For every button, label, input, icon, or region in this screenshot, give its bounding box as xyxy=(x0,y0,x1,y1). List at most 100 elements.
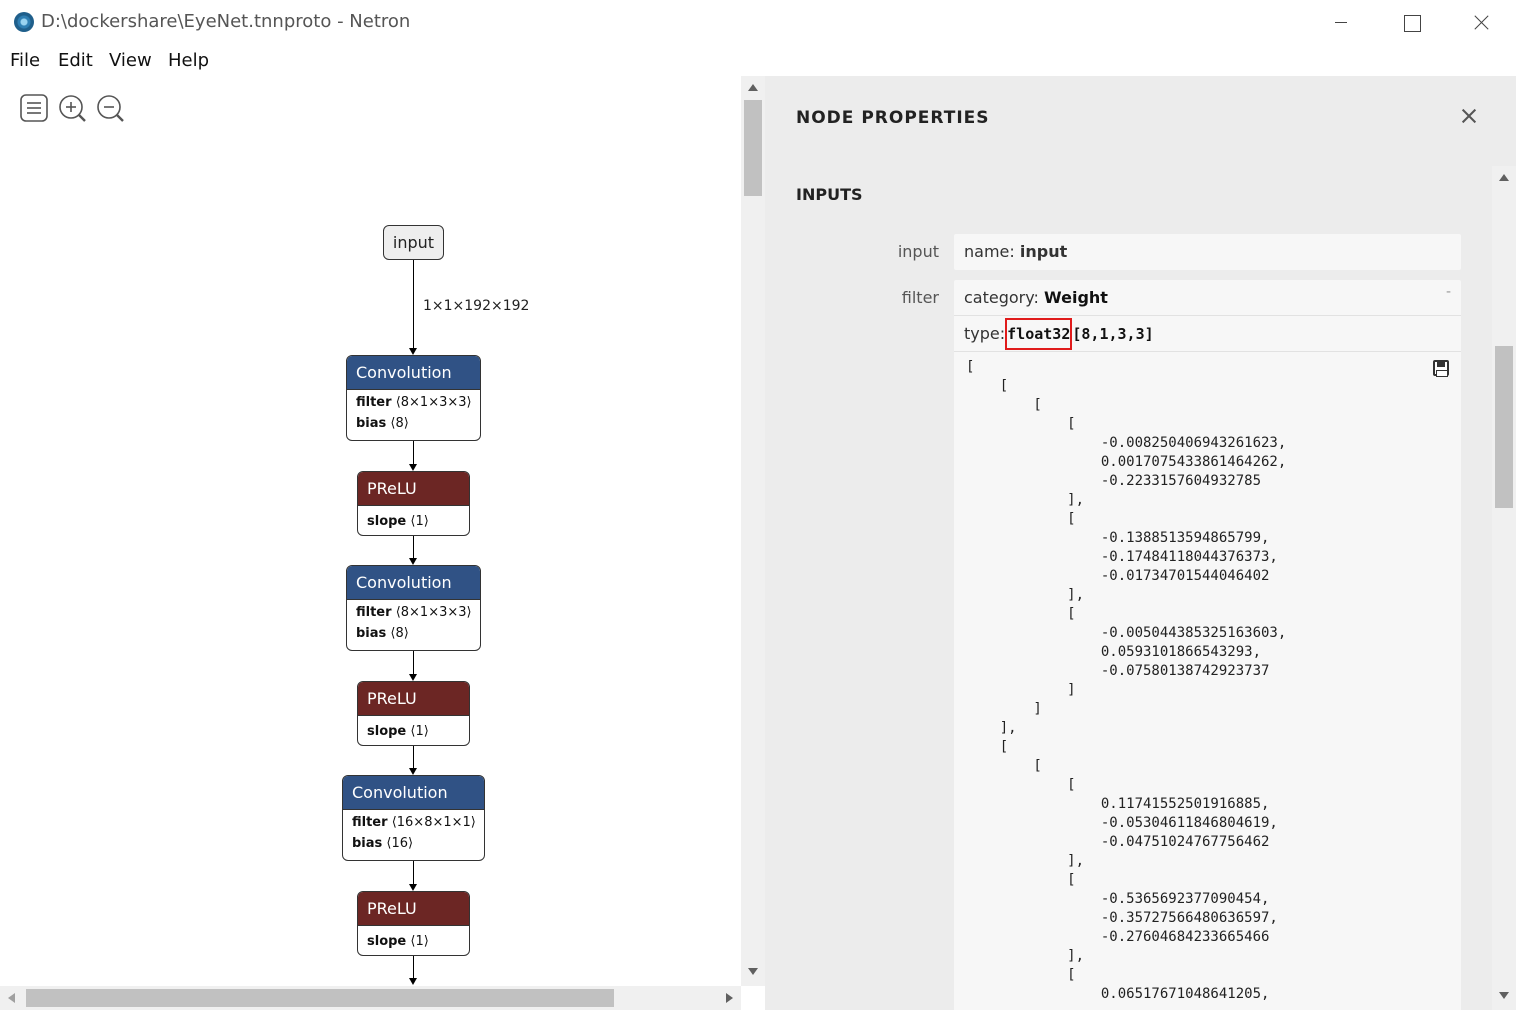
sidebar-menu-icon[interactable] xyxy=(19,93,49,123)
node-attribute: filter ⟨16×8×1×1⟩ xyxy=(343,812,484,833)
tensor-values: [ [ [ [ -0.008250406943261623, 0.0017075… xyxy=(966,359,1287,1002)
attr-name: bias xyxy=(356,626,387,641)
graph-node-prelu[interactable]: PReLU slope ⟨1⟩ xyxy=(357,681,470,746)
category-line: category: Weight - xyxy=(954,280,1461,316)
edge-arrow-icon xyxy=(409,884,417,891)
graph-vertical-scrollbar[interactable] xyxy=(741,76,765,986)
property-label-filter: filter xyxy=(901,288,939,307)
title-bar: D:\dockershare\EyeNet.tnnproto - Netron xyxy=(0,0,1516,44)
node-attribute: filter ⟨8×1×3×3⟩ xyxy=(347,602,480,623)
attr-value: ⟨8×1×3×3⟩ xyxy=(395,395,472,410)
attr-value: ⟨1⟩ xyxy=(410,724,429,739)
node-attribute: bias ⟨8⟩ xyxy=(347,413,480,434)
graph-canvas[interactable]: input 1×1×192×192 Convolution filter ⟨8×… xyxy=(0,130,740,985)
graph-input-node[interactable]: input xyxy=(383,225,444,260)
graph-edge xyxy=(413,260,414,348)
type-line: type: float32 [8,1,3,3] xyxy=(954,316,1461,352)
attr-value: ⟨16×8×1×1⟩ xyxy=(391,815,476,830)
window-title: D:\dockershare\EyeNet.tnnproto - Netron xyxy=(41,11,411,32)
attr-value: ⟨8⟩ xyxy=(390,416,409,431)
attr-value: ⟨8⟩ xyxy=(390,626,409,641)
attr-name: bias xyxy=(356,416,387,431)
sidebar-title: NODE PROPERTIES xyxy=(796,108,990,128)
graph-node-convolution[interactable]: Convolution filter ⟨8×1×3×3⟩ bias ⟨8⟩ xyxy=(346,355,481,441)
close-icon[interactable] xyxy=(1457,104,1481,128)
attr-name: filter xyxy=(356,605,392,620)
zoom-out-icon[interactable] xyxy=(95,93,125,123)
node-title: PReLU xyxy=(358,472,469,506)
node-attribute: slope ⟨1⟩ xyxy=(358,511,469,532)
menu-bar: File Edit View Help xyxy=(0,44,740,76)
edge-arrow-icon xyxy=(409,674,417,681)
attr-name: slope xyxy=(367,514,407,529)
edge-arrow-icon xyxy=(409,348,417,355)
attr-name: filter xyxy=(352,815,388,830)
edge-shape-label: 1×1×192×192 xyxy=(423,298,530,314)
sidebar-vertical-scrollbar[interactable] xyxy=(1492,166,1516,1010)
edge-arrow-icon xyxy=(409,464,417,471)
node-attribute: bias ⟨16⟩ xyxy=(343,833,484,854)
filter-argument-box[interactable]: category: Weight - type: float32 [8,1,3,3]… xyxy=(954,280,1461,1010)
category-value: Weight xyxy=(1044,288,1108,307)
scroll-up-icon[interactable] xyxy=(748,84,758,91)
menu-file[interactable]: File xyxy=(10,50,40,71)
type-key: type: xyxy=(964,324,1006,343)
scrollbar-thumb[interactable] xyxy=(1495,346,1513,508)
menu-help[interactable]: Help xyxy=(168,50,209,71)
tensor-value-area: [ [ [ [ -0.008250406943261623, 0.0017075… xyxy=(954,352,1461,1010)
input-argument-box[interactable]: name: input xyxy=(954,234,1461,270)
graph-node-convolution[interactable]: Convolution filter ⟨8×1×3×3⟩ bias ⟨8⟩ xyxy=(346,565,481,651)
attr-value: ⟨1⟩ xyxy=(410,934,429,949)
menu-edit[interactable]: Edit xyxy=(58,50,93,71)
scroll-right-icon[interactable] xyxy=(726,993,733,1003)
property-label-input: input xyxy=(897,242,939,261)
node-title: PReLU xyxy=(358,682,469,716)
scrollbar-thumb[interactable] xyxy=(26,989,614,1007)
graph-edge xyxy=(413,536,414,558)
graph-edge xyxy=(413,441,414,464)
scrollbar-thumb[interactable] xyxy=(744,100,762,196)
graph-edge xyxy=(413,651,414,674)
attr-value: ⟨8×1×3×3⟩ xyxy=(395,605,472,620)
category-key: category: xyxy=(964,288,1039,307)
save-icon[interactable] xyxy=(1433,360,1449,377)
node-attribute: filter ⟨8×1×3×3⟩ xyxy=(347,392,480,413)
netron-app-icon xyxy=(14,12,34,32)
edge-arrow-icon xyxy=(409,768,417,775)
graph-node-prelu[interactable]: PReLU slope ⟨1⟩ xyxy=(357,471,470,536)
attr-value: ⟨16⟩ xyxy=(386,836,414,851)
attr-name: filter xyxy=(356,395,392,410)
graph-edge xyxy=(413,956,414,978)
zoom-in-icon[interactable] xyxy=(57,93,87,123)
graph-horizontal-scrollbar[interactable] xyxy=(0,986,741,1010)
scroll-down-icon[interactable] xyxy=(748,968,758,975)
tensor-shape: [8,1,3,3] xyxy=(1072,325,1154,343)
menu-view[interactable]: View xyxy=(109,50,152,71)
minimize-icon[interactable] xyxy=(1306,0,1376,44)
section-inputs-heading: INPUTS xyxy=(796,185,863,204)
scroll-left-icon[interactable] xyxy=(8,993,15,1003)
graph-edge xyxy=(413,746,414,768)
name-value: input xyxy=(1019,242,1068,261)
collapse-toggle[interactable]: - xyxy=(1446,284,1451,300)
node-properties-sidebar: NODE PROPERTIES INPUTS input name: input… xyxy=(765,76,1516,1010)
edge-arrow-icon xyxy=(409,978,417,985)
node-title: PReLU xyxy=(358,892,469,926)
name-key: name: xyxy=(964,242,1015,261)
maximize-icon[interactable] xyxy=(1376,0,1446,44)
edge-arrow-icon xyxy=(409,558,417,565)
close-window-icon[interactable] xyxy=(1446,0,1516,44)
node-title: Convolution xyxy=(347,566,480,600)
node-title: Convolution xyxy=(347,356,480,390)
graph-node-convolution[interactable]: Convolution filter ⟨16×8×1×1⟩ bias ⟨16⟩ xyxy=(342,775,485,861)
scroll-down-icon[interactable] xyxy=(1499,992,1509,999)
attr-name: slope xyxy=(367,934,407,949)
graph-node-prelu[interactable]: PReLU slope ⟨1⟩ xyxy=(357,891,470,956)
attr-name: slope xyxy=(367,724,407,739)
argument-name-line: name: input xyxy=(954,234,1461,269)
attr-name: bias xyxy=(352,836,383,851)
node-title: Convolution xyxy=(343,776,484,810)
attr-value: ⟨1⟩ xyxy=(410,514,429,529)
node-attribute: slope ⟨1⟩ xyxy=(358,721,469,742)
scroll-up-icon[interactable] xyxy=(1499,174,1509,181)
